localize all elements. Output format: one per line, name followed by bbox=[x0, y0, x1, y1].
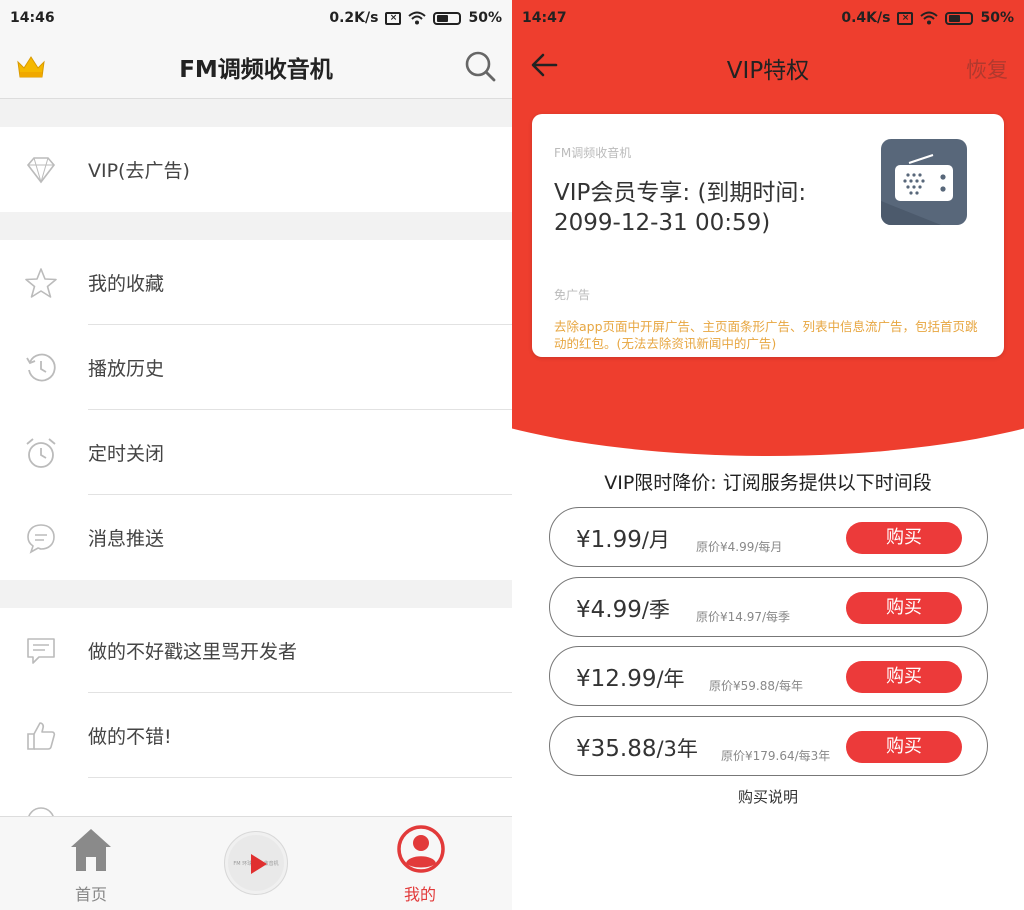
status-bar: 14:47 0.4K/s × 50% bbox=[512, 0, 1024, 36]
purchase-instructions-link[interactable]: 购买说明 bbox=[512, 786, 1024, 807]
vip-status-card: FM调频收音机 VIP会员专享: (到期时间: 2099-12-31 00:59… bbox=[532, 114, 1004, 357]
battery-icon bbox=[433, 11, 462, 25]
page-title: VIP特权 bbox=[726, 58, 810, 84]
plan-monthly[interactable]: ¥1.99/月 原价¥4.99/每月 购买 bbox=[549, 507, 988, 567]
menu-label: 做的不错! bbox=[88, 726, 172, 748]
status-bar: 14:46 0.2K/s × 50% bbox=[0, 0, 512, 36]
crown-icon[interactable] bbox=[16, 54, 46, 80]
plan-unit: /季 bbox=[641, 598, 670, 622]
buy-button[interactable]: 购买 bbox=[846, 661, 962, 693]
plan-price: ¥12.99 bbox=[576, 666, 657, 692]
plan-unit: /月 bbox=[641, 528, 670, 552]
right-screen: 14:47 0.4K/s × 50% VIP特权 恢复 FM调频收音机 VIP会… bbox=[512, 0, 1024, 910]
plan-original-price: 原价¥179.64/每3年 bbox=[721, 749, 831, 763]
plan-unit: /年 bbox=[656, 667, 685, 691]
play-icon bbox=[251, 854, 267, 874]
thumbs-up-icon bbox=[0, 720, 88, 752]
mini-player-button[interactable]: FM 环球音乐 收音机 bbox=[224, 831, 288, 895]
network-speed: 0.4K/s bbox=[841, 10, 891, 26]
tab-label: 首页 bbox=[74, 885, 107, 904]
bottom-tab-bar: 首页 FM 环球音乐 收音机 我的 bbox=[0, 816, 512, 910]
menu-item-history[interactable]: 播放历史 bbox=[0, 325, 512, 410]
star-icon bbox=[0, 267, 88, 299]
promo-title: VIP限时降价: 订阅服务提供以下时间段 bbox=[604, 472, 932, 494]
sim-off-icon: × bbox=[385, 11, 402, 25]
plan-price: ¥4.99 bbox=[576, 597, 642, 623]
message-icon bbox=[0, 522, 88, 554]
left-screen: 14:46 0.2K/s × 50% FM调频收音机 VIP(去广告) 我的收藏… bbox=[0, 0, 512, 910]
home-icon bbox=[71, 829, 111, 871]
plan-original-price: 原价¥14.97/每季 bbox=[696, 610, 791, 624]
diamond-icon bbox=[0, 156, 88, 184]
wifi-icon bbox=[408, 11, 427, 25]
status-time: 14:47 bbox=[522, 10, 567, 26]
wifi-icon bbox=[920, 11, 939, 25]
plan-yearly[interactable]: ¥12.99/年 原价¥59.88/每年 购买 bbox=[549, 646, 988, 706]
plan-price: ¥1.99 bbox=[576, 527, 642, 553]
buy-button[interactable]: 购买 bbox=[846, 522, 962, 554]
search-icon[interactable] bbox=[464, 50, 496, 82]
plan-price: ¥35.88 bbox=[576, 736, 657, 762]
menu-label: VIP(去广告) bbox=[88, 160, 190, 182]
back-arrow-icon[interactable] bbox=[530, 52, 558, 78]
plan-original-price: 原价¥59.88/每年 bbox=[709, 679, 804, 693]
menu-label: 消息推送 bbox=[88, 528, 165, 550]
menu-item-vip[interactable]: VIP(去广告) bbox=[0, 127, 512, 212]
vip-expiry-text: VIP会员专享: (到期时间: 2099-12-31 00:59) bbox=[554, 180, 807, 236]
plan-unit: /3年 bbox=[656, 737, 698, 761]
menu-item-feedback-positive[interactable]: 做的不错! bbox=[0, 693, 512, 778]
network-speed: 0.2K/s bbox=[329, 10, 379, 26]
menu-item-push[interactable]: 消息推送 bbox=[0, 495, 512, 580]
buy-button[interactable]: 购买 bbox=[846, 592, 962, 624]
benefit-title: 免广告 bbox=[554, 288, 591, 302]
battery-icon bbox=[945, 11, 974, 25]
menu-item-timer[interactable]: 定时关闭 bbox=[0, 410, 512, 495]
restore-button[interactable]: 恢复 bbox=[966, 54, 1008, 84]
radio-app-icon bbox=[881, 139, 967, 225]
battery-percent: 50% bbox=[980, 10, 1014, 26]
header-bar: VIP特权 恢复 bbox=[512, 36, 1024, 100]
menu-label: 播放历史 bbox=[88, 358, 165, 380]
status-time: 14:46 bbox=[10, 10, 55, 26]
menu-item-feedback-negative[interactable]: 做的不好戳这里骂开发者 bbox=[0, 608, 512, 693]
menu-item-favorites[interactable]: 我的收藏 bbox=[0, 240, 512, 325]
page-title: FM调频收音机 bbox=[179, 57, 333, 83]
header-bar: FM调频收音机 bbox=[0, 36, 512, 99]
buy-button[interactable]: 购买 bbox=[846, 731, 962, 763]
history-icon bbox=[0, 352, 88, 384]
battery-percent: 50% bbox=[468, 10, 502, 26]
user-avatar-icon bbox=[397, 825, 445, 873]
alarm-clock-icon bbox=[0, 436, 88, 470]
sim-off-icon: × bbox=[897, 11, 914, 25]
tab-mine[interactable]: 我的 bbox=[360, 817, 480, 910]
plan-original-price: 原价¥4.99/每月 bbox=[696, 540, 783, 554]
benefit-description: 去除app页面中开屏广告、主页面条形广告、列表中信息流广告，包括首页跳动的红包。… bbox=[554, 319, 978, 351]
plan-three-year[interactable]: ¥35.88/3年 原价¥179.64/每3年 购买 bbox=[549, 716, 988, 776]
tab-home[interactable]: 首页 bbox=[31, 817, 151, 910]
menu-label: 定时关闭 bbox=[88, 443, 165, 465]
plan-quarterly[interactable]: ¥4.99/季 原价¥14.97/每季 购买 bbox=[549, 577, 988, 637]
tab-label: 我的 bbox=[403, 885, 436, 904]
card-app-name: FM调频收音机 bbox=[554, 146, 632, 160]
comment-icon bbox=[0, 636, 88, 666]
menu-label: 做的不好戳这里骂开发者 bbox=[88, 641, 298, 663]
menu-label: 我的收藏 bbox=[88, 273, 165, 295]
